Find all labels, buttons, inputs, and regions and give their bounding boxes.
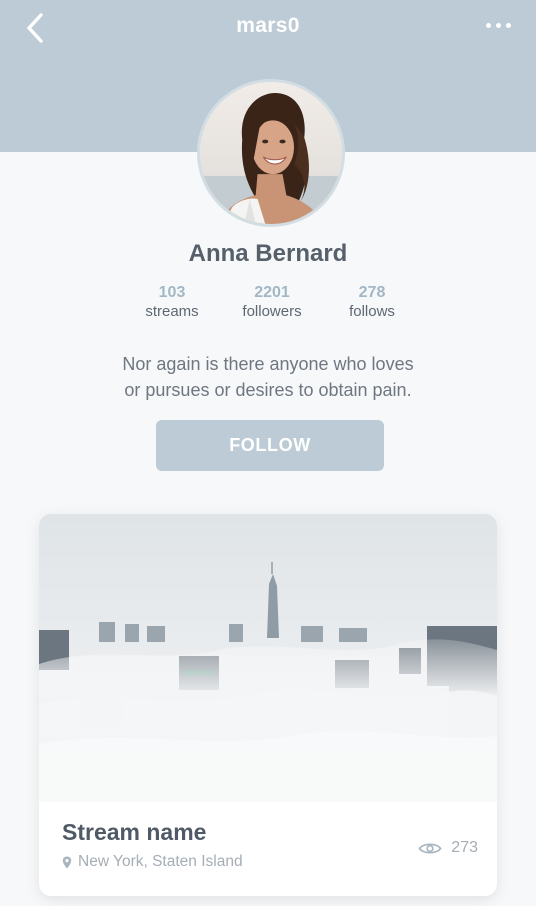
more-horizontal-icon-dot — [505, 22, 511, 28]
stat-value: 103 — [158, 284, 186, 301]
stat-label: followers — [242, 303, 302, 320]
stream-thumbnail[interactable] — [39, 514, 497, 802]
more-options-button[interactable] — [478, 14, 518, 36]
stat-value: 2201 — [254, 284, 290, 301]
avatar[interactable] — [197, 79, 345, 227]
stream-views: 273 — [418, 839, 478, 857]
bio-line: Nor again is there anyone who loves — [122, 354, 414, 374]
profile-bio: Nor again is there anyone who loves or p… — [70, 351, 466, 403]
eye-icon — [418, 843, 442, 853]
stat-label: streams — [145, 303, 199, 320]
stat-label: follows — [349, 303, 395, 320]
page-title-username: mars0 — [236, 14, 300, 37]
stream-card[interactable]: Stream name New York, Staten Island 273 — [39, 514, 497, 896]
stat-value: 278 — [358, 284, 386, 301]
location-pin-icon — [62, 856, 72, 868]
more-horizontal-icon — [485, 22, 491, 28]
stream-name: Stream name — [62, 819, 207, 845]
stat-follows[interactable]: 278 follows — [317, 283, 427, 321]
profile-name: Anna Bernard — [188, 240, 348, 267]
follow-button[interactable]: FOLLOW — [156, 420, 384, 471]
views-count: 273 — [451, 839, 478, 856]
stat-streams[interactable]: 103 streams — [117, 283, 227, 321]
more-horizontal-icon-dot — [495, 22, 501, 28]
location-text: New York, Staten Island — [78, 853, 243, 870]
bio-line: or pursues or desires to obtain pain. — [124, 380, 412, 400]
stream-location: New York, Staten Island — [62, 853, 243, 871]
stat-followers[interactable]: 2201 followers — [217, 283, 327, 321]
